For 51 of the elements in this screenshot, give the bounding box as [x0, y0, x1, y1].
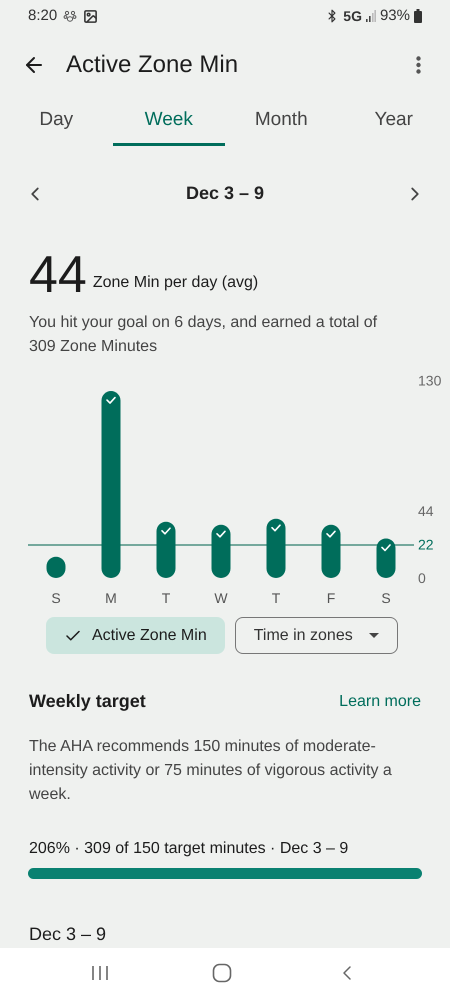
filter-chip[interactable]: Active Zone Min: [46, 617, 225, 654]
period-tab[interactable]: Year: [338, 93, 450, 146]
bar[interactable]: [322, 524, 340, 578]
bar[interactable]: [212, 524, 230, 578]
progress-text: 206% · 309 of 150 target minutes · Dec 3 – 9: [28, 839, 350, 860]
average-value: 44: [29, 249, 87, 302]
recent-apps-button[interactable]: [91, 965, 110, 982]
battery-level: 93%: [380, 6, 410, 26]
learn-more-link[interactable]: Learn more: [339, 690, 421, 714]
section-title: Weekly target: [29, 690, 146, 714]
status-time: 8:20: [28, 6, 58, 26]
check-icon: [326, 530, 336, 538]
bar[interactable]: [102, 391, 120, 578]
axis-label: T: [162, 590, 170, 606]
bar[interactable]: [266, 518, 286, 578]
period-tab[interactable]: Month: [225, 93, 338, 146]
check-icon: [106, 396, 116, 404]
axis-label: W: [214, 590, 228, 606]
network-label: 5G: [343, 6, 362, 26]
bar[interactable]: [156, 522, 176, 578]
target-description: The AHA recommends 150 minutes of moderate-intensity activity or 75 minutes of vigorous activity a week.: [28, 737, 393, 806]
home-button[interactable]: [212, 963, 232, 984]
axis-tick: 22: [418, 536, 434, 553]
axis-label: M: [105, 590, 117, 606]
average-unit: Zone Min per day (avg): [92, 273, 258, 294]
dropdown-arrow-icon: [368, 633, 379, 638]
dropdown-chip[interactable]: Time in zones: [234, 617, 398, 654]
check-icon: [381, 544, 391, 552]
paw-icon: [63, 9, 78, 24]
bar[interactable]: [376, 538, 396, 578]
axis-label: T: [272, 590, 280, 606]
battery-icon: [414, 9, 422, 24]
date-range: Dec 3 – 9: [186, 182, 264, 206]
axis-tick: 44: [418, 503, 434, 520]
summary-text: You hit your goal on 6 days, and earned a total of 309 Zone Minutes: [28, 313, 378, 358]
axis-tick: 130: [418, 372, 442, 388]
axis-label: S: [381, 590, 391, 606]
axis-label: S: [51, 590, 61, 606]
check-icon: [271, 524, 281, 532]
period-tab[interactable]: Week: [112, 93, 225, 146]
bar[interactable]: [46, 556, 66, 578]
section-title: Dec 3 – 9: [28, 922, 108, 946]
more-icon: [416, 56, 420, 74]
signal-icon: [366, 10, 376, 22]
image-icon: [83, 8, 98, 24]
axis-tick: 0: [418, 570, 426, 586]
check-icon: [161, 527, 171, 535]
period-tab[interactable]: Day: [0, 93, 112, 146]
axis-label: F: [326, 590, 336, 606]
page-title: Active Zone Min: [66, 50, 240, 80]
check-icon: [216, 530, 226, 538]
